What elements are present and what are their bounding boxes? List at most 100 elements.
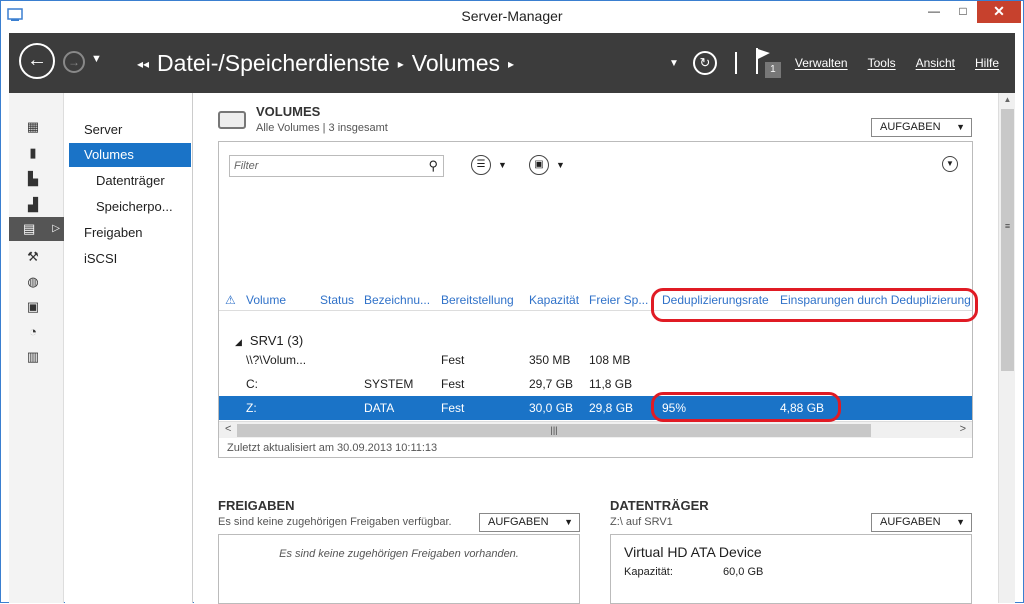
- breadcrumb-overflow-icon[interactable]: ◂◂: [137, 57, 149, 71]
- maximize-button[interactable]: □: [948, 1, 978, 23]
- table-row[interactable]: C: SYSTEM Fest 29,7 GB 11,8 GB: [219, 372, 972, 396]
- menu-help[interactable]: Hilfe: [975, 56, 999, 70]
- cell-free-space: 11,8 GB: [589, 377, 633, 391]
- breadcrumb-item-file-storage[interactable]: Datei-/Speicherdienste: [157, 50, 390, 77]
- header-actions: ▼ ↻ 1 Verwalten Tools Ansicht Hilfe: [669, 48, 999, 78]
- scroll-up-icon[interactable]: ▲: [999, 95, 1016, 104]
- scrollbar-thumb[interactable]: |||: [237, 424, 871, 437]
- breadcrumb: ◂◂ Datei-/Speicherdienste ▸ Volumes ▸: [137, 50, 514, 77]
- group-label: SRV1 (3): [249, 333, 304, 348]
- menu-manage[interactable]: Verwalten: [795, 56, 848, 70]
- navigation-pane: Server Volumes Datenträger Speicherpo...…: [65, 93, 193, 603]
- list-options-icon[interactable]: ☰: [471, 155, 491, 175]
- volumes-tasks-dropdown[interactable]: AUFGABEN ▼: [871, 118, 972, 137]
- cell-provisioning: Fest: [441, 401, 465, 415]
- shares-subtitle: Es sind keine zugehörigen Freigaben verf…: [218, 516, 452, 528]
- app-header: ← → ▼ ◂◂ Datei-/Speicherdienste ▸ Volume…: [9, 33, 1015, 93]
- cell-free-space: 29,8 GB: [589, 401, 634, 415]
- dashboard-icon[interactable]: ▦: [25, 119, 41, 135]
- nav-item-volumes[interactable]: Volumes: [69, 143, 191, 167]
- cell-free-space: 108 MB: [589, 353, 631, 367]
- warning-column-icon[interactable]: ⚠: [225, 293, 236, 307]
- scroll-right-icon[interactable]: >: [960, 423, 966, 435]
- scrollbar-thumb[interactable]: [1001, 109, 1014, 371]
- chevron-down-icon[interactable]: ▼: [498, 160, 507, 170]
- column-volume[interactable]: Volume: [246, 293, 286, 307]
- expand-collapse-icon[interactable]: ▼: [942, 156, 958, 172]
- nav-item-disks[interactable]: Datenträger: [69, 169, 191, 193]
- tasks-label: AUFGABEN: [880, 516, 941, 528]
- close-button[interactable]: ✕: [977, 1, 1021, 23]
- volumes-subtitle: Alle Volumes | 3 insgesamt: [256, 122, 388, 134]
- breadcrumb-dropdown-icon[interactable]: ▼: [669, 58, 679, 69]
- cell-volume: Z:: [246, 401, 257, 415]
- minimize-button[interactable]: —: [919, 1, 949, 23]
- column-provisioning[interactable]: Bereitstellung: [441, 293, 514, 307]
- filter-input[interactable]: Filter ⚲: [229, 155, 444, 177]
- menu-view[interactable]: Ansicht: [916, 56, 955, 70]
- icon-sidebar: ▦ ▮ ▙ ▟ ▤ ▷ ⚒ ◍ ▣ ◔ ▥: [9, 93, 64, 603]
- scroll-left-icon[interactable]: <: [225, 423, 231, 435]
- table-row-selected[interactable]: Z: DATA Fest 30,0 GB 29,8 GB 95% 4,88 GB: [219, 396, 972, 420]
- breadcrumb-separator-icon[interactable]: ▸: [508, 57, 514, 71]
- shares-empty-message: Es sind keine zugehörigen Freigaben vorh…: [279, 548, 519, 560]
- disk-capacity-value: 60,0 GB: [723, 566, 764, 578]
- file-storage-icon[interactable]: ▤ ▷: [9, 217, 64, 241]
- breadcrumb-separator-icon[interactable]: ▸: [398, 57, 404, 71]
- disks-tasks-dropdown[interactable]: AUFGABEN ▼: [871, 513, 972, 532]
- disk-details: Virtual HD ATA Device Kapazität: 60,0 GB: [610, 534, 972, 604]
- highlight-dedup-columns: [651, 288, 978, 322]
- nav-item-storage-pools[interactable]: Speicherpo...: [69, 195, 191, 219]
- column-label[interactable]: Bezeichnu...: [364, 293, 430, 307]
- vertical-scrollbar[interactable]: ▲ ≡: [998, 93, 1015, 603]
- nav-item-shares[interactable]: Freigaben: [69, 221, 191, 245]
- cell-capacity: 29,7 GB: [529, 377, 574, 391]
- server-group[interactable]: ◢ SRV1 (3): [235, 333, 303, 348]
- shares-list: Es sind keine zugehörigen Freigaben vorh…: [218, 534, 580, 604]
- server-manager-window: Server-Manager — □ ✕ ← → ▼ ◂◂ Datei-/Spe…: [0, 0, 1024, 604]
- disks-subtitle: Z:\ auf SRV1: [610, 516, 673, 528]
- volume-drive-icon: [218, 111, 246, 129]
- rds-icon[interactable]: ◔: [25, 324, 41, 340]
- back-button[interactable]: ←: [19, 43, 55, 79]
- save-query-icon[interactable]: ▣: [529, 155, 549, 175]
- shares-tasks-dropdown[interactable]: AUFGABEN ▼: [479, 513, 580, 532]
- nav-item-server[interactable]: Server: [69, 118, 191, 142]
- iis-icon[interactable]: ◍: [25, 274, 41, 290]
- cell-provisioning: Fest: [441, 377, 465, 391]
- title-bar: Server-Manager — □ ✕: [1, 1, 1023, 31]
- volumes-panel: Filter ⚲ ☰ ▼ ▣ ▼ ▼ ⚠ Volume Status Bezei…: [218, 141, 978, 458]
- disk-device-name: Virtual HD ATA Device: [624, 544, 762, 560]
- wsus-icon[interactable]: ▥: [25, 349, 41, 365]
- nav-item-iscsi[interactable]: iSCSI: [69, 247, 191, 271]
- last-updated-text: Zuletzt aktualisiert am 30.09.2013 10:11…: [227, 442, 438, 454]
- tasks-label: AUFGABEN: [880, 121, 941, 133]
- window-title: Server-Manager: [461, 8, 563, 24]
- tools-icon[interactable]: ⚒: [25, 249, 41, 265]
- all-servers-icon[interactable]: ▙: [25, 171, 41, 187]
- collapse-group-icon[interactable]: ◢: [235, 337, 242, 347]
- notifications-flag-icon[interactable]: 1: [753, 48, 781, 78]
- horizontal-scrollbar[interactable]: < ||| >: [219, 421, 972, 438]
- table-row[interactable]: \\?\Volum... Fest 350 MB 108 MB: [219, 348, 972, 372]
- filter-placeholder: Filter: [234, 160, 259, 172]
- history-dropdown-icon[interactable]: ▼: [91, 53, 102, 65]
- column-free-space[interactable]: Freier Sp...: [589, 293, 648, 307]
- cell-capacity: 30,0 GB: [529, 401, 574, 415]
- menu-tools[interactable]: Tools: [868, 56, 896, 70]
- print-icon[interactable]: ▣: [25, 299, 41, 315]
- main-content: VOLUMES Alle Volumes | 3 insgesamt AUFGA…: [194, 93, 998, 604]
- local-server-icon[interactable]: ▮: [25, 145, 41, 161]
- column-status[interactable]: Status: [320, 293, 354, 307]
- chevron-down-icon[interactable]: ▼: [556, 160, 565, 170]
- refresh-button[interactable]: ↻: [692, 51, 717, 75]
- notification-count-badge: 1: [764, 62, 781, 78]
- forward-button[interactable]: →: [63, 51, 85, 73]
- cell-capacity: 350 MB: [529, 353, 571, 367]
- chevron-down-icon: ▼: [956, 122, 965, 132]
- chevron-down-icon: ▼: [956, 517, 965, 527]
- search-icon[interactable]: ⚲: [428, 156, 438, 176]
- column-capacity[interactable]: Kapazität: [529, 293, 579, 307]
- roles-icon[interactable]: ▟: [25, 197, 41, 213]
- breadcrumb-item-volumes[interactable]: Volumes: [412, 50, 500, 77]
